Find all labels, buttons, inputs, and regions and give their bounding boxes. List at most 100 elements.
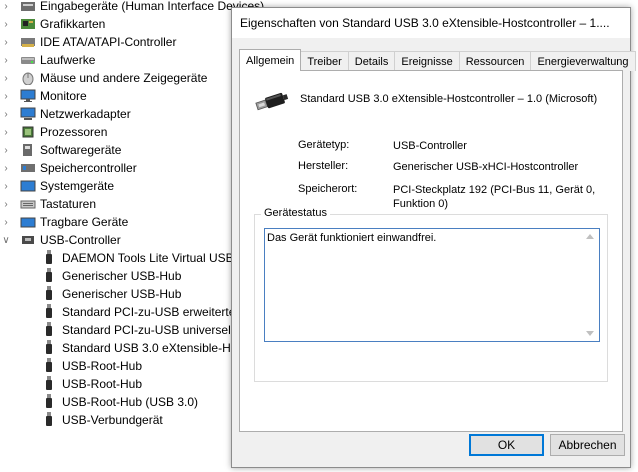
scroll-down-icon[interactable]: [586, 331, 594, 336]
tree-category-label: Systemgeräte: [40, 179, 115, 193]
usb-plug-icon: [44, 322, 54, 338]
chevron-right-icon[interactable]: ›: [0, 213, 12, 231]
tree-category-row[interactable]: ∨ USB-Controller: [0, 231, 121, 249]
tree-category-row[interactable]: › Prozessoren: [0, 123, 107, 141]
ide-controller-icon: [20, 35, 36, 49]
tree-usb-device-row[interactable]: Generischer USB-Hub: [0, 267, 181, 285]
chevron-right-icon[interactable]: ›: [0, 177, 12, 195]
manufacturer-label: Hersteller:: [298, 160, 349, 172]
tree-category-row[interactable]: › Eingabegeräte (Human Interface Devices): [0, 0, 264, 15]
device-name: Standard USB 3.0 eXtensible-Hostcontroll…: [300, 93, 598, 105]
tree-category-row[interactable]: › Netzwerkadapter: [0, 105, 131, 123]
tree-usb-device-label: Generischer USB-Hub: [62, 269, 182, 283]
processor-icon: [20, 125, 36, 139]
system-device-icon: [20, 179, 36, 193]
location-value: PCI-Steckplatz 192 (PCI-Bus 11, Gerät 0,…: [393, 183, 603, 211]
tree-usb-device-row[interactable]: USB-Verbundgerät: [0, 411, 163, 429]
usb-controller-icon: [20, 233, 36, 247]
tree-category-label: Laufwerke: [40, 53, 96, 67]
keyboard-icon: [20, 197, 36, 211]
usb-plug-icon: [44, 412, 54, 428]
tree-category-row[interactable]: › Tragbare Geräte: [0, 213, 128, 231]
tab-strip: Allgemein Treiber Details Ereignisse Res…: [239, 49, 636, 71]
tree-category-row[interactable]: › Softwaregeräte: [0, 141, 121, 159]
tree-category-label: Monitore: [40, 89, 87, 103]
tab-treiber[interactable]: Treiber: [300, 51, 349, 71]
cancel-button[interactable]: Abbrechen: [550, 434, 625, 456]
tree-category-row[interactable]: › Tastaturen: [0, 195, 96, 213]
chevron-right-icon[interactable]: ›: [0, 105, 12, 123]
tree-category-row[interactable]: › Monitore: [0, 87, 87, 105]
tree-category-row[interactable]: › Grafikkarten: [0, 15, 105, 33]
chevron-right-icon[interactable]: ›: [0, 141, 12, 159]
mouse-icon: [20, 71, 36, 86]
device-status-text: Das Gerät funktioniert einwandfrei.: [267, 232, 437, 244]
chevron-right-icon[interactable]: ›: [0, 123, 12, 141]
device-type-value: USB-Controller: [393, 140, 467, 152]
tree-usb-device-label: USB-Root-Hub (USB 3.0): [62, 395, 199, 409]
dialog-titlebar[interactable]: Eigenschaften von Standard USB 3.0 eXten…: [232, 8, 630, 38]
usb-plug-icon: [44, 268, 54, 284]
tree-category-label: Tastaturen: [40, 197, 97, 211]
chevron-right-icon[interactable]: ›: [0, 51, 12, 69]
tree-category-label: Mäuse und andere Zeigegeräte: [40, 71, 208, 85]
usb-plug-icon: [44, 250, 54, 266]
tree-category-row[interactable]: › Mäuse und andere Zeigegeräte: [0, 69, 207, 87]
tree-category-row[interactable]: › Laufwerke: [0, 51, 95, 69]
general-tab-panel: Standard USB 3.0 eXtensible-Hostcontroll…: [239, 70, 623, 432]
tree-category-row[interactable]: › Systemgeräte: [0, 177, 114, 195]
tab-energieverwaltung[interactable]: Energieverwaltung: [530, 51, 636, 71]
tree-category-label: Speichercontroller: [40, 161, 137, 175]
location-value-line2: Funktion 0): [393, 198, 449, 210]
ok-button[interactable]: OK: [469, 434, 544, 456]
software-device-icon: [20, 143, 36, 157]
tree-category-label: Softwaregeräte: [40, 143, 122, 157]
dialog-title: Eigenschaften von Standard USB 3.0 eXten…: [240, 16, 610, 30]
tree-usb-device-row[interactable]: Generischer USB-Hub: [0, 285, 181, 303]
chevron-right-icon[interactable]: ›: [0, 87, 12, 105]
usb-plug-icon: [44, 304, 54, 320]
device-status-textbox[interactable]: Das Gerät funktioniert einwandfrei.: [264, 228, 600, 342]
hid-icon: [20, 0, 36, 13]
chevron-down-icon[interactable]: ∨: [0, 231, 12, 249]
usb-plug-icon: [44, 358, 54, 374]
tree-usb-device-label: DAEMON Tools Lite Virtual USB Bus: [62, 251, 258, 265]
device-tree: › Eingabegeräte (Human Interface Devices)…: [0, 0, 321, 472]
tree-usb-device-row[interactable]: USB-Root-Hub: [0, 375, 142, 393]
scroll-up-icon[interactable]: [586, 234, 594, 239]
tab-ereignisse[interactable]: Ereignisse: [394, 51, 460, 71]
portable-device-icon: [20, 215, 36, 229]
storage-controller-icon: [20, 161, 36, 175]
tree-usb-device-row[interactable]: USB-Root-Hub: [0, 357, 142, 375]
tree-category-row[interactable]: › Speichercontroller: [0, 159, 137, 177]
tree-category-label: Tragbare Geräte: [40, 215, 129, 229]
tree-category-row[interactable]: › IDE ATA/ATAPI-Controller: [0, 33, 176, 51]
tree-usb-device-row[interactable]: USB-Root-Hub (USB 3.0): [0, 393, 198, 411]
chevron-right-icon[interactable]: ›: [0, 0, 12, 15]
chevron-right-icon[interactable]: ›: [0, 69, 12, 87]
status-scrollbar[interactable]: [582, 229, 599, 341]
properties-dialog: Eigenschaften von Standard USB 3.0 eXten…: [231, 7, 636, 468]
usb-plug-icon: [44, 286, 54, 302]
monitor-icon: [20, 89, 36, 103]
chevron-right-icon[interactable]: ›: [0, 195, 12, 213]
tree-usb-device-row[interactable]: DAEMON Tools Lite Virtual USB Bus: [0, 249, 258, 267]
chevron-right-icon[interactable]: ›: [0, 15, 12, 33]
tree-category-label: Netzwerkadapter: [40, 107, 131, 121]
device-status-label: Gerätestatus: [261, 207, 330, 219]
desktop: › Eingabegeräte (Human Interface Devices)…: [0, 0, 638, 472]
chevron-right-icon[interactable]: ›: [0, 33, 12, 51]
usb-plug-icon: [44, 394, 54, 410]
tree-usb-device-label: USB-Root-Hub: [62, 377, 143, 391]
tree-usb-device-label: USB-Root-Hub: [62, 359, 143, 373]
location-label: Speicherort:: [298, 183, 358, 195]
tree-category-label: USB-Controller: [40, 233, 121, 247]
tree-category-label: IDE ATA/ATAPI-Controller: [40, 35, 177, 49]
chevron-right-icon[interactable]: ›: [0, 159, 12, 177]
usb-plug-icon: [44, 376, 54, 392]
usb-plug-icon: [44, 340, 54, 356]
tab-allgemein[interactable]: Allgemein: [239, 49, 302, 71]
tab-details[interactable]: Details: [347, 51, 396, 71]
manufacturer-value: Generischer USB-xHCI-Hostcontroller: [393, 161, 579, 173]
tab-ressourcen[interactable]: Ressourcen: [458, 51, 532, 71]
